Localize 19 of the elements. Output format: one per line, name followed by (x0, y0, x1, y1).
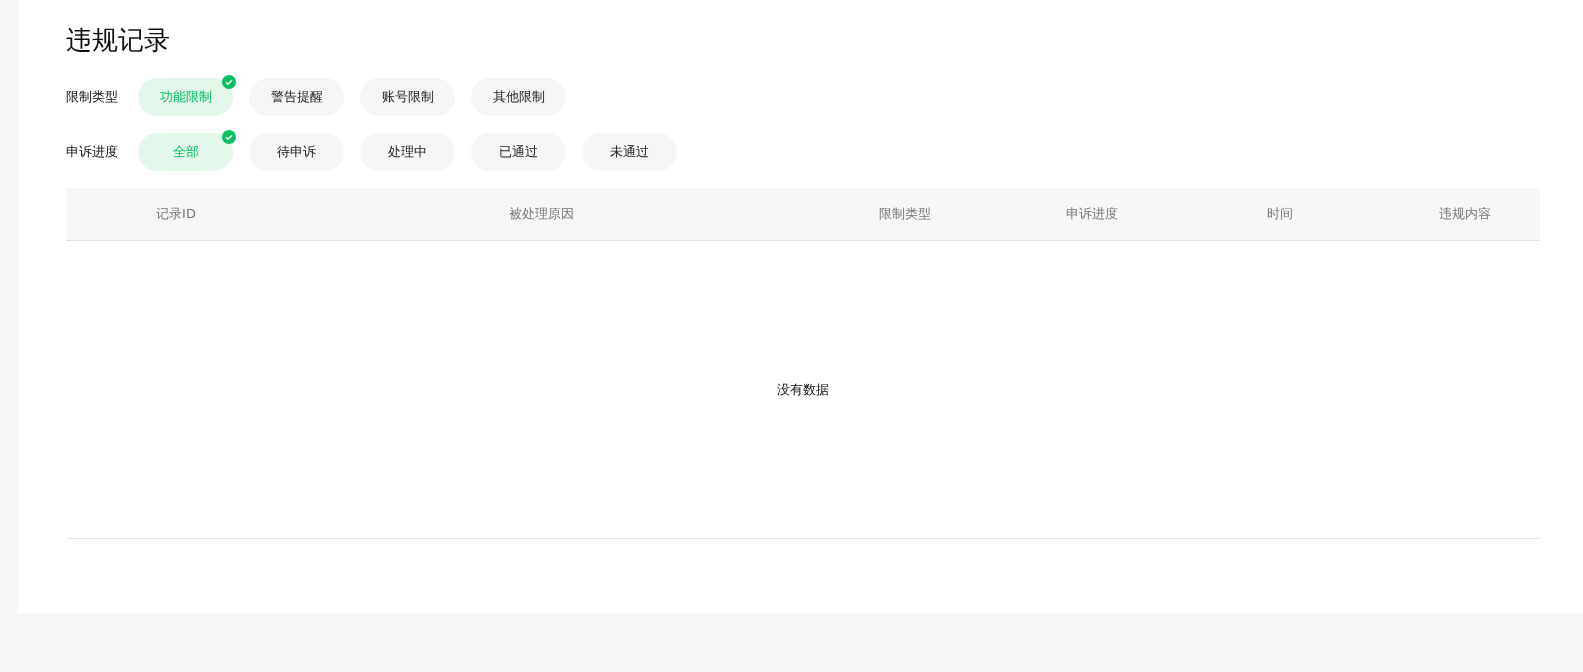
filter-chip[interactable]: 未通过 (582, 133, 677, 171)
column-header: 违规内容 (1439, 205, 1491, 223)
column-header: 时间 (1267, 205, 1293, 223)
filter-chip[interactable]: 账号限制 (360, 78, 455, 116)
page-title: 违规记录 (66, 24, 171, 57)
column-header: 申诉进度 (1066, 205, 1118, 223)
filter-chip[interactable]: 其他限制 (471, 78, 566, 116)
column-header: 被处理原因 (508, 205, 574, 223)
check-badge-icon (222, 130, 236, 144)
filter-chip[interactable]: 处理中 (360, 133, 455, 171)
filter-label: 申诉进度 (66, 143, 119, 161)
empty-message: 没有数据 (777, 380, 829, 399)
column-header: 限制类型 (879, 205, 931, 223)
filter-label: 限制类型 (66, 88, 119, 106)
filter-chip[interactable]: 警告提醒 (249, 78, 344, 116)
column-header: 记录ID (156, 205, 196, 223)
check-badge-icon (222, 75, 236, 89)
filter-chip[interactable]: 待申诉 (249, 133, 344, 171)
filter-chip[interactable]: 已通过 (471, 133, 566, 171)
